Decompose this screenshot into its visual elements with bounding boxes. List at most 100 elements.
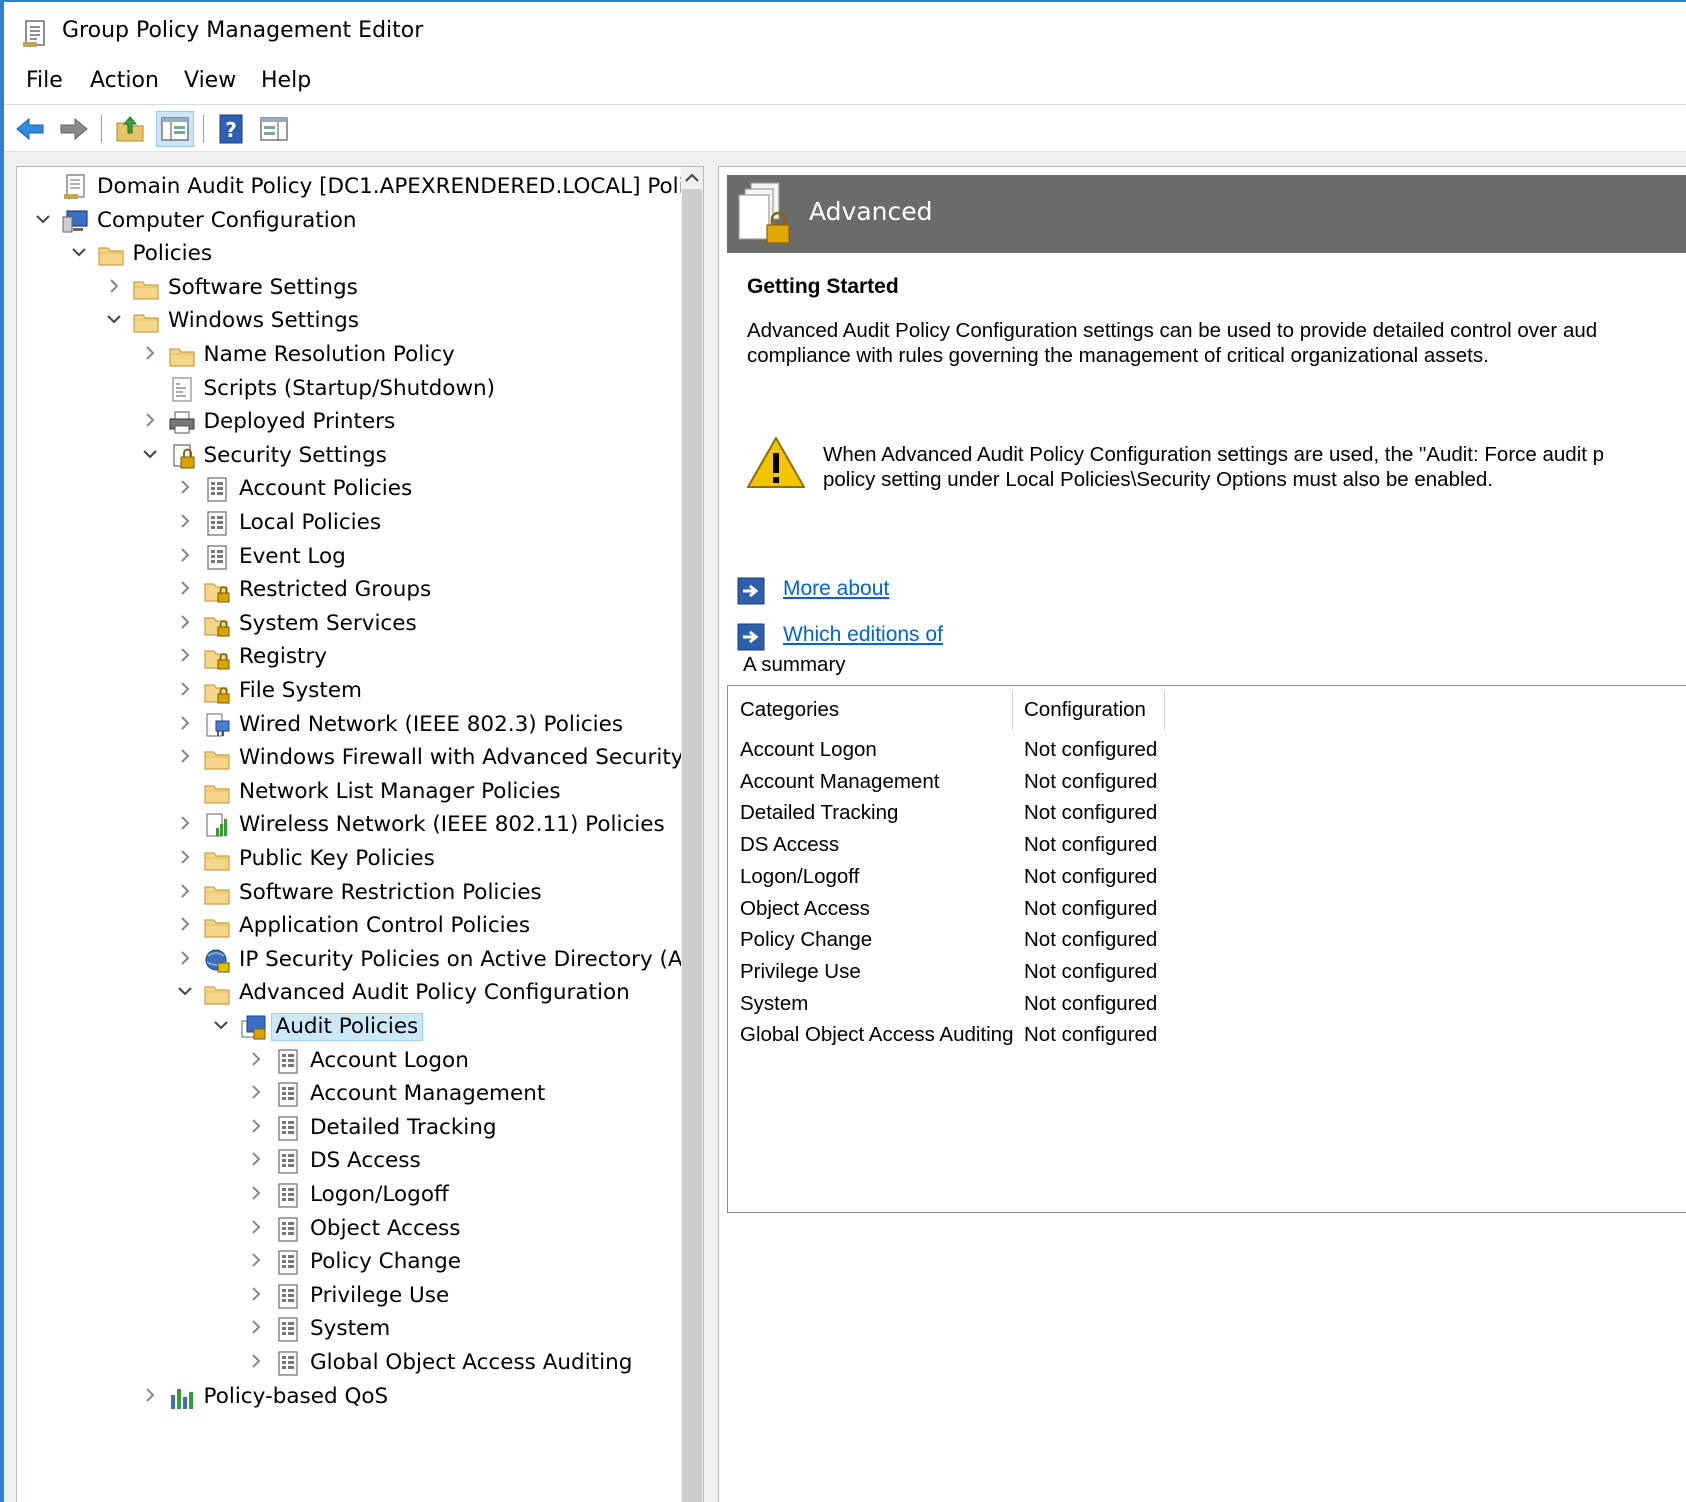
chevron-right-icon[interactable] — [246, 1082, 266, 1102]
tree-node[interactable]: Advanced Audit Policy Configuration — [17, 977, 681, 1009]
tree-node[interactable]: Wired Network (IEEE 802.3) Policies — [17, 709, 681, 741]
chevron-right-icon[interactable] — [175, 545, 195, 565]
table-row[interactable]: Account Logon Not configured — [728, 738, 1328, 770]
menu-help[interactable]: Help — [261, 68, 311, 93]
tree-node[interactable]: System Services — [17, 608, 681, 640]
chevron-right-icon[interactable] — [175, 881, 195, 901]
chevron-right-icon[interactable] — [246, 1250, 266, 1270]
tree-node[interactable]: DS Access — [17, 1145, 681, 1177]
table-row[interactable]: Account Management Not configured — [728, 770, 1328, 802]
tree-node[interactable]: Network List Manager Policies — [17, 776, 681, 808]
tree-node[interactable]: Computer Configuration — [17, 205, 681, 237]
help-icon[interactable]: ? — [216, 113, 248, 145]
chevron-right-icon[interactable] — [246, 1149, 266, 1169]
chevron-right-icon[interactable] — [246, 1284, 266, 1304]
table-row[interactable]: Object Access Not configured — [728, 897, 1328, 929]
chevron-right-icon[interactable] — [175, 645, 195, 665]
tree-node[interactable]: Policy Change — [17, 1246, 681, 1278]
tree-node[interactable]: Public Key Policies — [17, 843, 681, 875]
which-editions-link[interactable]: Which editions of — [783, 623, 943, 647]
tree-node[interactable]: Logon/Logoff — [17, 1179, 681, 1211]
table-row[interactable]: System Not configured — [728, 992, 1328, 1024]
chevron-right-icon[interactable] — [175, 914, 195, 934]
table-row[interactable]: Policy Change Not configured — [728, 928, 1328, 960]
tree-node[interactable]: Windows Firewall with Advanced Security — [17, 742, 684, 774]
tree-vertical-scrollbar[interactable] — [681, 167, 703, 1502]
scroll-up-arrow-icon[interactable] — [681, 167, 703, 189]
tree-node[interactable]: Windows Settings — [17, 305, 681, 337]
chevron-right-icon[interactable] — [175, 578, 195, 598]
chevron-right-icon[interactable] — [246, 1217, 266, 1237]
tree-node[interactable]: Software Settings — [17, 272, 681, 304]
tree-node[interactable]: Security Settings — [17, 440, 681, 472]
chevron-right-icon[interactable] — [175, 713, 195, 733]
table-row[interactable]: Privilege Use Not configured — [728, 960, 1328, 992]
column-separator[interactable] — [1164, 690, 1165, 730]
chevron-right-icon[interactable] — [246, 1351, 266, 1371]
tree-node[interactable]: Application Control Policies — [17, 910, 681, 942]
scrollbar-thumb[interactable] — [682, 189, 702, 1502]
chevron-right-icon[interactable] — [175, 511, 195, 531]
tree-node[interactable]: Deployed Printers — [17, 406, 681, 438]
tree-node[interactable]: Software Restriction Policies — [17, 877, 681, 909]
tree-node[interactable]: Event Log — [17, 541, 681, 573]
tree-node[interactable]: Registry — [17, 641, 681, 673]
chevron-right-icon[interactable] — [175, 477, 195, 497]
table-row[interactable]: Global Object Access Auditing Not configu… — [728, 1023, 1328, 1055]
back-arrow-icon[interactable] — [14, 113, 46, 145]
chevron-down-icon[interactable] — [175, 981, 195, 1001]
chevron-down-icon[interactable] — [33, 209, 53, 229]
column-separator[interactable] — [1012, 690, 1013, 730]
chevron-right-icon[interactable] — [246, 1049, 266, 1069]
tree-node[interactable]: Global Object Access Auditing — [17, 1347, 681, 1379]
chevron-right-icon[interactable] — [175, 847, 195, 867]
chevron-down-icon[interactable] — [69, 242, 89, 262]
tree-node[interactable]: Wireless Network (IEEE 802.11) Policies — [17, 809, 681, 841]
tree-node[interactable]: Scripts (Startup/Shutdown) — [17, 373, 681, 405]
table-row[interactable]: Logon/Logoff Not configured — [728, 865, 1328, 897]
tree-node[interactable]: Policy-based QoS — [17, 1381, 681, 1413]
forward-arrow-icon[interactable] — [58, 113, 90, 145]
tree-node[interactable]: Privilege Use — [17, 1280, 681, 1312]
tree-node[interactable]: Local Policies — [17, 507, 681, 539]
tree-node[interactable]: Account Logon — [17, 1045, 681, 1077]
chevron-right-icon[interactable] — [175, 948, 195, 968]
up-folder-icon[interactable] — [114, 113, 146, 145]
tree-node[interactable]: Domain Audit Policy [DC1.APEXRENDERED.LO… — [17, 171, 703, 203]
tree-node[interactable]: IP Security Policies on Active Directory… — [17, 944, 703, 976]
column-header-configuration[interactable]: Configuration — [1024, 698, 1146, 722]
show-hide-tree-button[interactable] — [156, 111, 194, 147]
chevron-right-icon[interactable] — [175, 679, 195, 699]
chevron-right-icon[interactable] — [140, 410, 160, 430]
chevron-right-icon[interactable] — [246, 1317, 266, 1337]
table-row[interactable]: Detailed Tracking Not configured — [728, 801, 1328, 833]
tree-node[interactable]: Restricted Groups — [17, 574, 681, 606]
tree-node[interactable]: Object Access — [17, 1213, 681, 1245]
tree-node[interactable]: File System — [17, 675, 681, 707]
chevron-right-icon[interactable] — [140, 1385, 160, 1405]
table-row[interactable]: DS Access Not configured — [728, 833, 1328, 865]
chevron-right-icon[interactable] — [104, 276, 124, 296]
chevron-down-icon[interactable] — [104, 309, 124, 329]
tree-node[interactable]: Name Resolution Policy — [17, 339, 681, 371]
chevron-down-icon[interactable] — [211, 1015, 231, 1035]
menu-action[interactable]: Action — [90, 68, 159, 93]
chevron-right-icon[interactable] — [246, 1116, 266, 1136]
tree-node[interactable]: Policies — [17, 238, 681, 270]
chevron-down-icon[interactable] — [140, 444, 160, 464]
chevron-right-icon[interactable] — [140, 343, 160, 363]
tree-node[interactable]: Audit Policies — [17, 1011, 681, 1043]
action-pane-icon[interactable] — [258, 113, 290, 145]
tree-node[interactable]: Account Management — [17, 1078, 681, 1110]
column-header-categories[interactable]: Categories — [740, 698, 839, 722]
tree-node[interactable]: System — [17, 1313, 681, 1345]
more-about-link[interactable]: More about — [783, 577, 889, 601]
menu-file[interactable]: File — [26, 68, 63, 93]
chevron-right-icon[interactable] — [246, 1183, 266, 1203]
chevron-right-icon[interactable] — [175, 612, 195, 632]
chevron-right-icon[interactable] — [175, 746, 195, 766]
chevron-right-icon[interactable] — [175, 813, 195, 833]
menu-view[interactable]: View — [184, 68, 236, 93]
tree-node[interactable]: Detailed Tracking — [17, 1112, 681, 1144]
tree-node[interactable]: Account Policies — [17, 473, 681, 505]
